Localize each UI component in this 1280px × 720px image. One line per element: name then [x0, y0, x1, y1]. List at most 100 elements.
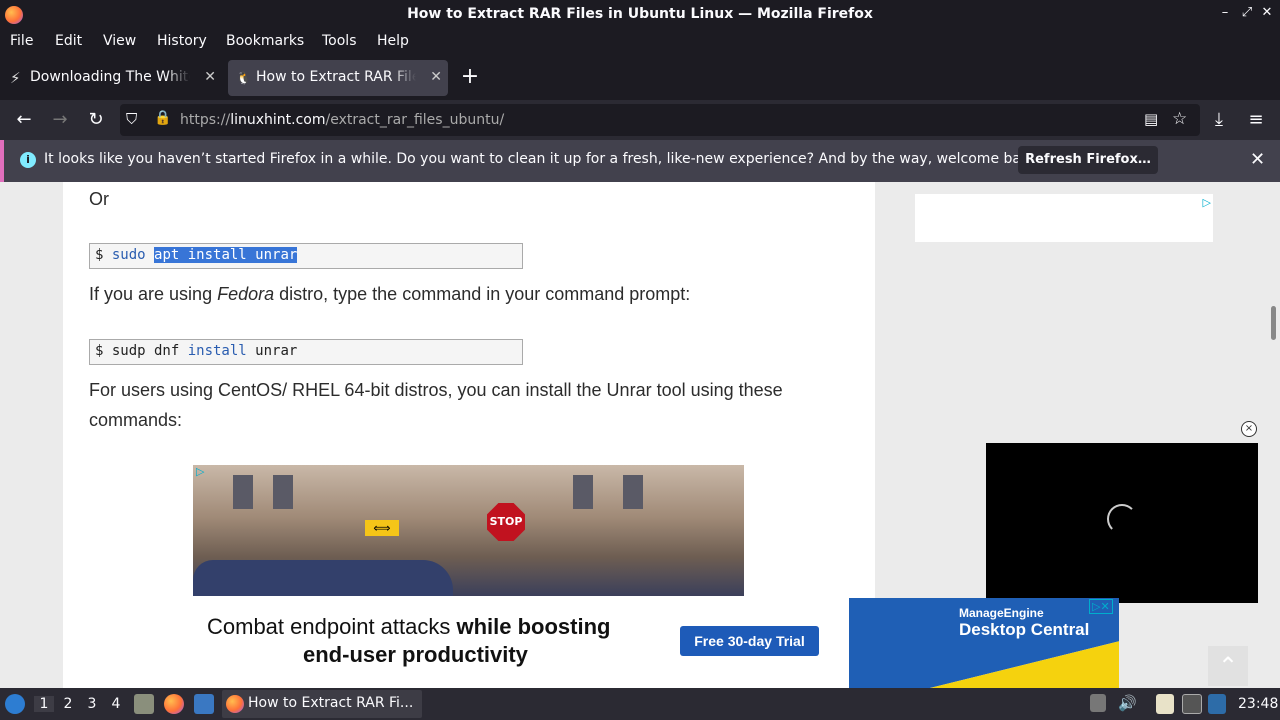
url-text[interactable]: https://linuxhint.com/extract_rar_files_…: [180, 112, 504, 128]
tray-notes-icon[interactable]: [1156, 694, 1174, 714]
info-icon: i: [20, 152, 36, 168]
notification-bar: i It looks like you haven’t started Fire…: [0, 140, 1280, 182]
menu-bookmarks[interactable]: Bookmarks: [226, 33, 304, 49]
tab-label: How to Extract RAR Files in Ubuntu Linux: [256, 69, 416, 85]
forward-arrow-icon[interactable]: →: [48, 108, 72, 132]
or-text: Or: [89, 189, 109, 209]
taskbar: 1 2 3 4 How to Extract RAR Fi... 🔊 23:48: [0, 688, 1280, 720]
shield-icon[interactable]: ⛉: [126, 110, 137, 128]
bookmark-star-icon[interactable]: ☆: [1172, 109, 1187, 129]
window-titlebar: How to Extract RAR Files in Ubuntu Linux…: [0, 0, 1280, 30]
fedora-post: distro, type the command in your command…: [274, 284, 691, 304]
taskbar-task-firefox[interactable]: How to Extract RAR Fi...: [222, 690, 422, 718]
adchoices-close-icon[interactable]: ▷✕: [1089, 599, 1113, 614]
navigation-toolbar: ← → ↻ ⛉ 🔒 https://linuxhint.com/extract_…: [0, 100, 1280, 140]
tab-downloading[interactable]: ⚡ Downloading The White House ✕: [2, 60, 222, 96]
fedora-pre: If you are using: [89, 284, 218, 304]
terminal-icon[interactable]: [194, 694, 214, 714]
code-prompt: $: [95, 247, 112, 263]
code-part-b: unrar: [246, 343, 298, 359]
close-tab-icon[interactable]: ✕: [430, 69, 442, 85]
menu-tools[interactable]: Tools: [322, 33, 357, 49]
banner-line1: Combat endpoint attacks while boosting: [207, 614, 610, 640]
stop-sign: STOP: [487, 503, 525, 541]
code-part-a: sudp dnf: [111, 343, 188, 359]
adchoices-icon[interactable]: ▷: [1203, 196, 1211, 209]
banner-line2: end-user productivity: [303, 642, 528, 667]
page-content: Or $ sudo apt install unrar If you are u…: [0, 182, 1280, 688]
new-tab-plus-icon[interactable]: +: [458, 64, 482, 89]
url-path: /extract_rar_files_ubuntu/: [325, 112, 505, 128]
photo-window: [273, 475, 293, 509]
code-install-kw: install: [187, 343, 247, 359]
tray-clipboard-icon[interactable]: [1090, 694, 1106, 712]
photo-window: [623, 475, 643, 509]
banner-line1a: Combat endpoint attacks: [207, 614, 457, 639]
site-favicon-icon: 🐧: [236, 71, 251, 85]
code-selected: apt install unrar: [154, 247, 298, 263]
scrollbar-thumb[interactable]: [1271, 306, 1276, 340]
download-icon[interactable]: ⤓: [1207, 108, 1231, 132]
menu-history[interactable]: History: [157, 33, 207, 49]
code-block-apt[interactable]: $ sudo apt install unrar: [89, 243, 523, 269]
loading-spinner-icon: [1107, 504, 1137, 534]
menu-view[interactable]: View: [103, 33, 136, 49]
task-label: How to Extract RAR Fi...: [248, 695, 414, 711]
video-player[interactable]: [986, 443, 1258, 603]
close-video-icon[interactable]: ×: [1241, 421, 1257, 437]
hamburger-menu-icon[interactable]: ≡: [1244, 108, 1268, 132]
lock-icon[interactable]: 🔒: [154, 110, 171, 126]
file-manager-icon[interactable]: [134, 694, 154, 714]
ad-photo[interactable]: STOP ⟺ ▷: [193, 465, 744, 596]
tray-network-icon[interactable]: [1182, 694, 1202, 714]
brand-name: ManageEngine: [959, 606, 1044, 620]
workspace-2[interactable]: 2: [58, 696, 78, 712]
url-prefix: https://: [180, 112, 231, 128]
free-trial-button[interactable]: Free 30-day Trial: [680, 626, 819, 656]
close-window-icon[interactable]: ✕: [1258, 5, 1276, 20]
tray-updates-icon[interactable]: [1208, 694, 1226, 714]
code-sudo: sudo: [111, 247, 155, 263]
centos-paragraph: For users using CentOS/ RHEL 64-bit dist…: [89, 380, 783, 430]
van: [193, 560, 453, 596]
maximize-icon[interactable]: ⤢: [1238, 5, 1256, 20]
volume-icon[interactable]: 🔊: [1118, 694, 1137, 712]
workspace-1[interactable]: 1: [34, 696, 54, 712]
sidebar-ad[interactable]: ▷: [915, 194, 1213, 242]
notification-text: It looks like you haven’t started Firefo…: [44, 151, 1043, 167]
close-tab-icon[interactable]: ✕: [204, 69, 216, 85]
menu-edit[interactable]: Edit: [55, 33, 82, 49]
url-bar[interactable]: ⛉ 🔒 https://linuxhint.com/extract_rar_fi…: [120, 104, 1200, 136]
window-title: How to Extract RAR Files in Ubuntu Linux…: [407, 6, 873, 22]
adchoices-icon[interactable]: ▷: [196, 465, 204, 478]
reload-icon[interactable]: ↻: [84, 108, 108, 132]
app-menu-icon[interactable]: [5, 694, 25, 714]
firefox-task-icon: [226, 695, 244, 713]
workspace-4[interactable]: 4: [106, 696, 126, 712]
code-prompt: $: [95, 343, 112, 359]
fedora-em: Fedora: [217, 284, 275, 304]
menu-file[interactable]: File: [10, 33, 33, 49]
reader-view-icon[interactable]: ▤: [1144, 110, 1158, 128]
bottom-banner-ad[interactable]: Combat endpoint attacks while boosting e…: [149, 598, 1119, 688]
minimize-icon[interactable]: –: [1216, 5, 1234, 20]
workspace-3[interactable]: 3: [82, 696, 102, 712]
back-arrow-icon[interactable]: ←: [12, 108, 36, 132]
clock: 23:48: [1238, 696, 1279, 712]
fedora-paragraph: If you are using Fedora distro, type the…: [89, 279, 690, 309]
photo-window: [233, 475, 253, 509]
url-host: linuxhint.com: [230, 112, 326, 128]
photo-window: [573, 475, 593, 509]
tab-extract-rar[interactable]: 🐧 How to Extract RAR Files in Ubuntu Lin…: [228, 60, 448, 96]
banner-line1b: while boosting: [456, 614, 611, 639]
arrow-sign: ⟺: [365, 520, 399, 536]
bolt-icon: ⚡: [10, 69, 21, 87]
close-notification-icon[interactable]: ✕: [1250, 149, 1265, 170]
tab-label: Downloading The White House: [30, 69, 190, 85]
menu-help[interactable]: Help: [377, 33, 409, 49]
code-block-dnf[interactable]: $ sudp dnf install unrar: [89, 339, 523, 365]
refresh-firefox-button[interactable]: Refresh Firefox…: [1018, 146, 1158, 174]
tab-bar: ⚡ Downloading The White House ✕ 🐧 How to…: [0, 56, 1280, 100]
scroll-to-top-icon[interactable]: ⌃: [1208, 646, 1248, 686]
firefox-icon[interactable]: [164, 694, 184, 714]
